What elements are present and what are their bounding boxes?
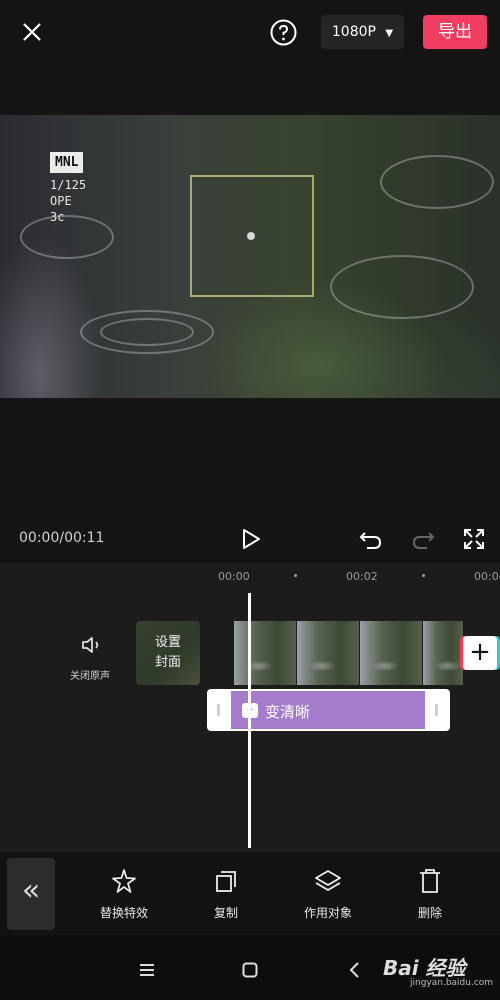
home-icon[interactable]	[242, 962, 258, 978]
hud-value: 3c	[50, 210, 65, 224]
fullscreen-icon[interactable]	[462, 527, 486, 551]
redo-icon[interactable]	[411, 528, 435, 550]
video-preview[interactable]: MNL 1/125 OPE 3c	[0, 115, 500, 398]
cover-label-line2: 封面	[154, 655, 181, 670]
copy-icon	[213, 871, 239, 898]
ruler-label: 00:04	[474, 570, 500, 583]
video-clip-frame[interactable]	[423, 621, 463, 685]
add-clip-button[interactable]: +	[463, 636, 497, 670]
delete-label: 删除	[417, 906, 442, 920]
hud-mode: OPE	[50, 194, 72, 208]
sparkle-icon	[111, 869, 137, 898]
menu-icon[interactable]	[139, 962, 155, 976]
back-icon[interactable]	[348, 961, 360, 979]
effect-label: 变清晰	[265, 703, 311, 721]
apply-target-button[interactable]: 作用对象	[283, 868, 373, 921]
ruler-dot	[294, 574, 297, 577]
effect-right-handle[interactable]	[435, 704, 438, 716]
focus-point	[247, 232, 255, 240]
close-icon[interactable]	[20, 20, 44, 44]
replace-effect-button[interactable]: 替换特效	[79, 868, 169, 921]
replace-effect-label: 替换特效	[99, 906, 148, 920]
trash-icon	[417, 869, 443, 898]
timecode: 00:00/00:11	[19, 530, 105, 546]
playhead[interactable]	[248, 593, 251, 848]
delete-button[interactable]: 删除	[385, 868, 475, 921]
cover-label-line1: 设置	[154, 635, 181, 650]
ripple	[20, 215, 114, 259]
ripple	[380, 155, 494, 209]
ruler-label: 00:00	[218, 570, 250, 583]
speaker-icon	[80, 634, 104, 656]
ruler-label: 00:02	[346, 570, 378, 583]
play-icon[interactable]	[240, 528, 262, 550]
copy-label: 复制	[213, 906, 238, 920]
watermark-logo: Bai 经验	[383, 956, 466, 980]
video-clip-frame[interactable]	[360, 621, 422, 685]
help-icon[interactable]	[270, 19, 297, 46]
ripple	[330, 255, 474, 319]
chevron-down-icon: ▼	[385, 28, 394, 39]
undo-icon[interactable]	[359, 528, 383, 550]
mute-label: 关闭原声	[70, 671, 110, 682]
effect-left-handle[interactable]	[217, 704, 220, 716]
ruler-dot	[422, 574, 425, 577]
plus-icon: +	[469, 637, 491, 667]
video-clip-frame[interactable]	[297, 621, 359, 685]
resolution-value: 1080P	[331, 24, 376, 40]
hud-badge: MNL	[50, 152, 84, 173]
copy-button[interactable]: 复制	[181, 868, 271, 921]
export-button[interactable]: 导出	[423, 15, 487, 49]
ripple	[100, 318, 194, 346]
double-chevron-left-icon: «	[21, 873, 41, 908]
effect-clip-body[interactable]	[231, 691, 425, 729]
apply-target-label: 作用对象	[303, 906, 352, 920]
watermark-url: jingyan.baidu.com	[410, 978, 494, 988]
video-clip-frame[interactable]	[234, 621, 296, 685]
resolution-dropdown[interactable]: 1080P ▼	[321, 15, 404, 49]
set-cover-button[interactable]: 设置 封面	[136, 621, 200, 685]
top-bar: 1080P ▼ 导出	[0, 0, 500, 70]
hud-shutter: 1/125	[50, 178, 87, 192]
layers-icon	[314, 870, 342, 898]
collapse-button[interactable]: «	[7, 858, 55, 930]
